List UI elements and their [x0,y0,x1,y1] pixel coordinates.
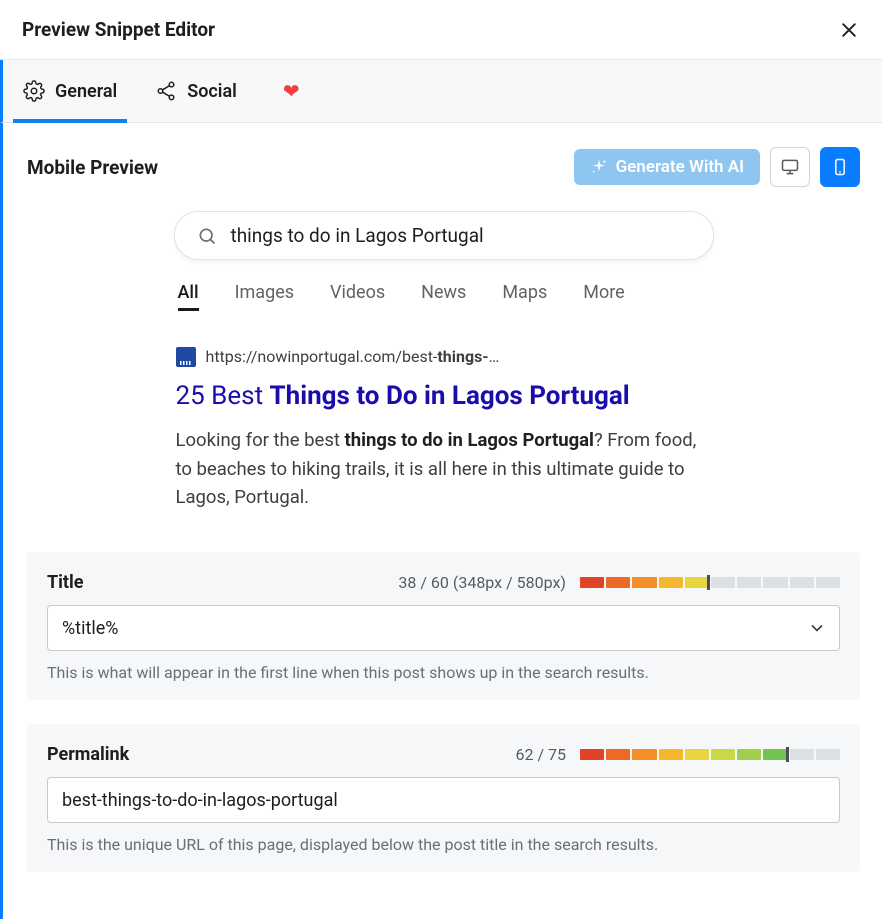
permalink-input[interactable]: best-things-to-do-in-lagos-portugal [47,777,840,823]
modal-title: Preview Snippet Editor [22,18,215,41]
serp-result: https://nowinportugal.com/best-things-… … [174,347,714,512]
serp-tab-more[interactable]: More [583,282,624,311]
serp-tabs: All Images Videos News Maps More [174,282,714,311]
result-url: https://nowinportugal.com/best-things-… [206,349,500,365]
permalink-field-card: Permalink 62 / 75 best-things-to-do-in-l… [27,724,860,872]
modal-header: Preview Snippet Editor [0,0,882,60]
tab-social-label: Social [187,81,237,102]
serp-tab-news[interactable]: News [421,282,466,311]
title-progress [580,577,840,588]
mobile-preview-button[interactable] [820,147,860,187]
search-icon [197,226,217,246]
desktop-preview-button[interactable] [770,147,810,187]
close-icon [839,20,859,40]
permalink-progress [580,749,840,760]
serp-tab-maps[interactable]: Maps [502,282,547,311]
tabbar: General Social ❤ [0,60,882,123]
permalink-label: Permalink [47,744,129,765]
title-value: %title% [62,618,118,639]
desktop-icon [780,157,800,177]
chevron-down-icon [807,618,827,638]
close-button[interactable] [838,19,860,41]
share-icon [155,80,177,102]
result-title[interactable]: 25 Best Things to Do in Lagos Portugal [176,379,712,414]
heart-icon: ❤ [283,79,300,103]
permalink-help: This is the unique URL of this page, dis… [47,835,840,854]
title-input[interactable]: %title% [47,605,840,651]
title-label: Title [47,572,84,593]
sparkle-icon [590,158,608,176]
generate-ai-button[interactable]: Generate With AI [574,149,760,185]
mobile-icon [830,157,850,177]
title-count: 38 / 60 (348px / 580px) [398,573,566,592]
tab-social[interactable]: Social [155,60,237,122]
preview-toolbar: Mobile Preview Generate With AI [27,147,860,187]
title-field-card: Title 38 / 60 (348px / 580px) %title% Th… [27,552,860,700]
ai-button-label: Generate With AI [616,157,744,177]
search-query: things to do in Lagos Portugal [231,224,484,247]
permalink-value: best-things-to-do-in-lagos-portugal [62,790,338,811]
title-dropdown-toggle[interactable] [807,618,827,638]
title-help: This is what will appear in the first li… [47,663,840,682]
serp-tab-videos[interactable]: Videos [330,282,385,311]
serp-tab-all[interactable]: All [178,282,199,311]
favicon-icon [176,347,196,367]
serp-tab-images[interactable]: Images [235,282,294,311]
section-title: Mobile Preview [27,156,158,179]
result-description: Looking for the best things to do in Lag… [176,426,712,512]
permalink-count: 62 / 75 [515,745,566,764]
search-box[interactable]: things to do in Lagos Portugal [174,211,714,260]
modal-body: Mobile Preview Generate With AI things t… [0,123,882,919]
serp-preview: things to do in Lagos Portugal All Image… [174,211,714,512]
tab-general-label: General [55,81,117,102]
gear-icon [23,80,45,102]
tab-general[interactable]: General [23,60,117,122]
